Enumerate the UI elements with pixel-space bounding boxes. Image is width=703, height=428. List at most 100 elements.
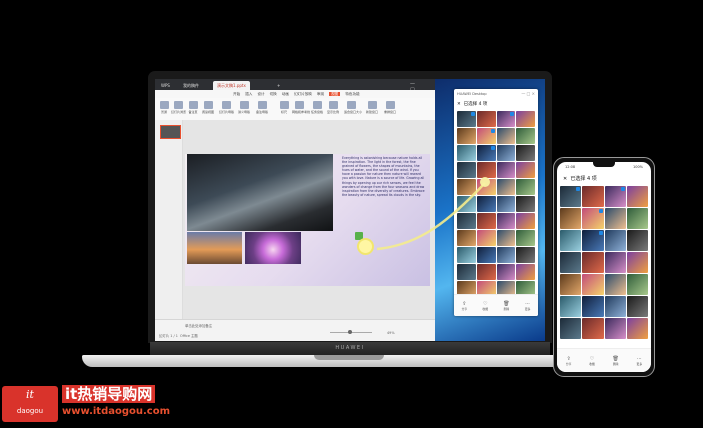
ribbon-slide-sorter[interactable]: 幻灯片浏览 — [171, 101, 186, 115]
menu-design[interactable]: 设计 — [257, 92, 264, 96]
photo-thumbnail[interactable] — [496, 264, 516, 280]
slide-photo-flower[interactable] — [245, 232, 301, 264]
photo-thumbnail[interactable] — [496, 213, 516, 229]
photo-thumbnail[interactable] — [582, 186, 604, 207]
slide[interactable]: Everything is astonishing because nature… — [185, 154, 430, 286]
ribbon-handout-master[interactable]: 讲义母版 — [237, 101, 251, 115]
photo-thumbnail[interactable] — [604, 208, 626, 229]
photo-thumbnail[interactable] — [516, 162, 535, 178]
photo-thumbnail[interactable] — [560, 318, 582, 339]
phone-favorite-button[interactable]: ♡ 收藏 — [589, 356, 595, 366]
photo-thumbnail[interactable] — [476, 196, 496, 212]
photo-thumbnail[interactable] — [457, 162, 476, 178]
photo-thumbnail[interactable] — [604, 274, 626, 295]
photo-thumbnail[interactable] — [496, 162, 516, 178]
photo-thumbnail[interactable] — [560, 208, 582, 229]
photo-thumbnail[interactable] — [457, 213, 476, 229]
phone-more-button[interactable]: ⋯ 更多 — [637, 356, 643, 366]
slide-body-text[interactable]: Everything is astonishing because nature… — [342, 156, 426, 197]
phone-delete-button[interactable]: 🗑 删除 — [612, 356, 618, 366]
photo-thumbnail[interactable] — [626, 230, 648, 251]
share-button[interactable]: ⇪ 分享 — [462, 301, 468, 311]
photo-thumbnail[interactable] — [516, 179, 535, 195]
photo-thumbnail[interactable] — [626, 274, 648, 295]
zoom-knob[interactable] — [348, 330, 352, 334]
slide-photo-forest[interactable] — [187, 154, 333, 231]
menu-view[interactable]: 视图 — [329, 92, 341, 96]
photo-thumbnail[interactable] — [626, 186, 648, 207]
photo-thumbnail[interactable] — [476, 162, 496, 178]
photo-thumbnail[interactable] — [604, 230, 626, 251]
photo-thumbnail[interactable] — [560, 252, 582, 273]
photo-thumbnail[interactable] — [476, 128, 496, 144]
menu-special[interactable]: 特色功能 — [345, 92, 359, 96]
photo-thumbnail[interactable] — [457, 196, 476, 212]
more-button[interactable]: ⋯ 更多 — [525, 301, 531, 311]
ribbon-arrange-windows[interactable]: 重排窗口 — [383, 101, 397, 115]
close-icon[interactable]: ✕ — [563, 176, 567, 182]
photo-thumbnail[interactable] — [626, 252, 648, 273]
photo-thumbnail[interactable] — [476, 179, 496, 195]
photo-thumbnail[interactable] — [476, 213, 496, 229]
photo-thumbnail[interactable] — [516, 145, 535, 161]
photo-thumbnail[interactable] — [582, 274, 604, 295]
photo-thumbnail[interactable] — [457, 128, 476, 144]
photo-thumbnail[interactable] — [582, 230, 604, 251]
zoom-slider[interactable] — [300, 330, 380, 335]
photo-thumbnail[interactable] — [582, 318, 604, 339]
photo-thumbnail[interactable] — [604, 186, 626, 207]
photo-thumbnail[interactable] — [457, 111, 476, 127]
photo-thumbnail[interactable] — [516, 247, 535, 263]
photo-thumbnail[interactable] — [476, 230, 496, 246]
photo-thumbnail[interactable] — [560, 230, 582, 251]
tab-presentation[interactable]: 演示文稿1.pptx — [213, 81, 250, 90]
photo-thumbnail[interactable] — [516, 264, 535, 280]
menu-transition[interactable]: 切换 — [270, 92, 277, 96]
photo-thumbnail[interactable] — [457, 230, 476, 246]
menu-slideshow[interactable]: 幻灯片放映 — [294, 92, 312, 96]
photo-thumbnail[interactable] — [560, 186, 582, 207]
menu-review[interactable]: 审阅 — [317, 92, 324, 96]
menu-insert[interactable]: 插入 — [245, 92, 252, 96]
tab-wps[interactable]: WPS — [157, 81, 174, 90]
window-controls[interactable]: — □ × — [521, 91, 535, 96]
photo-thumbnail[interactable] — [496, 179, 516, 195]
ribbon-notes-page[interactable]: 备注页 — [186, 101, 200, 115]
new-tab-button[interactable]: + — [273, 81, 284, 90]
photo-thumbnail[interactable] — [604, 318, 626, 339]
photo-thumbnail[interactable] — [457, 264, 476, 280]
photo-thumbnail[interactable] — [582, 208, 604, 229]
photo-thumbnail[interactable] — [516, 111, 535, 127]
photo-thumbnail[interactable] — [476, 145, 496, 161]
photo-thumbnail[interactable] — [496, 128, 516, 144]
photo-thumbnail[interactable] — [604, 252, 626, 273]
photo-thumbnail[interactable] — [476, 111, 496, 127]
photo-thumbnail[interactable] — [496, 111, 516, 127]
ribbon-reading-view[interactable]: 阅读视图 — [201, 101, 215, 115]
photo-thumbnail[interactable] — [496, 230, 516, 246]
photo-thumbnail[interactable] — [626, 296, 648, 317]
close-icon[interactable]: ✕ — [457, 102, 461, 107]
menu-animation[interactable]: 动画 — [282, 92, 289, 96]
ribbon-slide-master[interactable]: 幻灯片母版 — [219, 101, 234, 115]
notes-field[interactable]: 单击此处添加备注 — [185, 323, 212, 328]
ribbon-gridlines[interactable]: 网格和参考线 — [292, 101, 310, 115]
photo-thumbnail[interactable] — [476, 264, 496, 280]
ribbon-ruler[interactable]: 标尺 — [277, 101, 291, 115]
photo-thumbnail[interactable] — [582, 252, 604, 273]
photo-thumbnail[interactable] — [626, 208, 648, 229]
photo-thumbnail[interactable] — [476, 247, 496, 263]
ribbon-task-pane[interactable]: 任务窗格 — [310, 101, 324, 115]
slide-photo-sunset[interactable] — [187, 232, 242, 264]
delete-button[interactable]: 🗑 删除 — [503, 301, 509, 311]
ribbon-fit-window[interactable]: 适合窗口大小 — [344, 101, 362, 115]
photo-thumbnail[interactable] — [582, 296, 604, 317]
photo-thumbnail[interactable] — [560, 296, 582, 317]
photo-thumbnail[interactable] — [626, 318, 648, 339]
photo-thumbnail[interactable] — [516, 213, 535, 229]
photo-thumbnail[interactable] — [516, 230, 535, 246]
photo-thumbnail[interactable] — [496, 247, 516, 263]
photo-thumbnail[interactable] — [560, 274, 582, 295]
photo-thumbnail[interactable] — [496, 196, 516, 212]
slide-thumbnail[interactable] — [160, 125, 181, 139]
